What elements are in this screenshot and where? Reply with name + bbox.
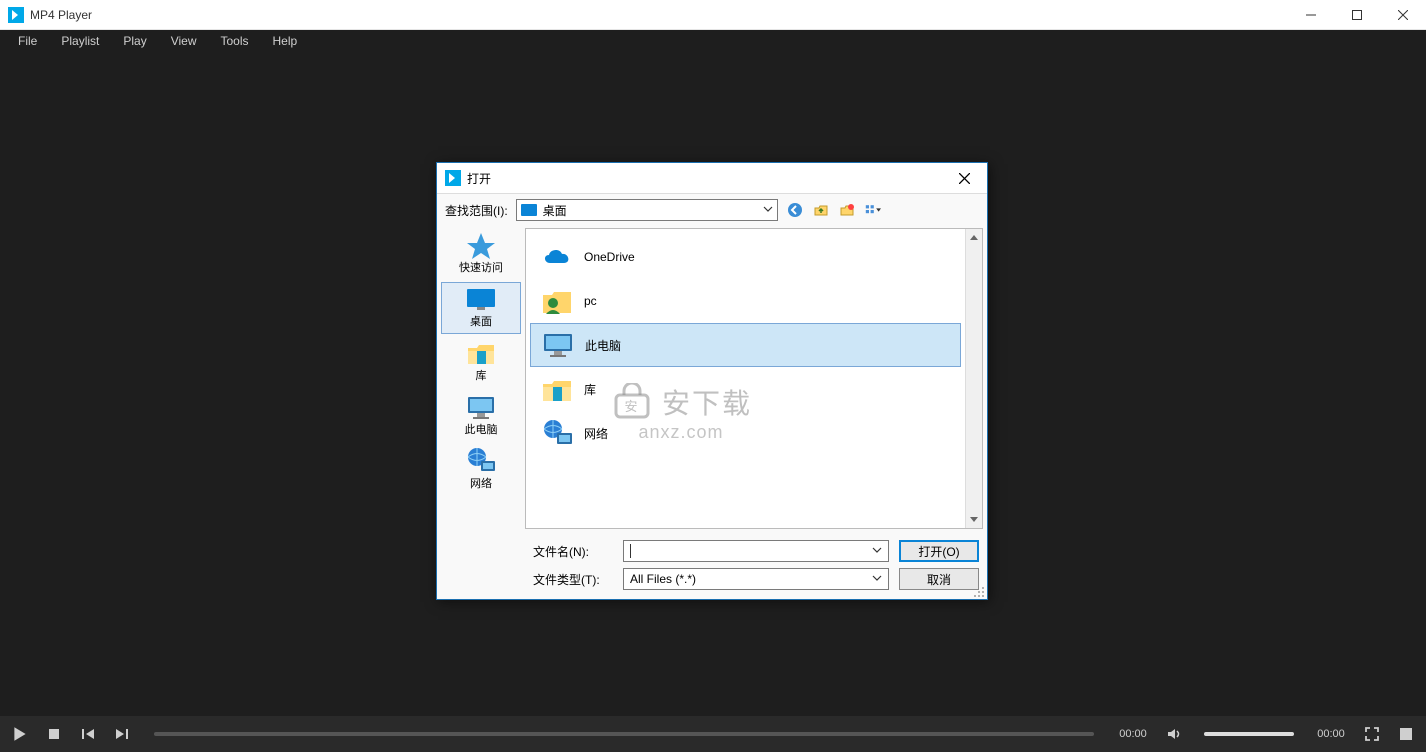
stop-button[interactable] — [44, 724, 64, 744]
lookin-label: 查找范围(I): — [445, 202, 508, 219]
libraries-icon — [540, 372, 574, 406]
scroll-track[interactable] — [966, 246, 982, 511]
volume-bar[interactable] — [1204, 732, 1294, 736]
desktop-icon — [465, 287, 497, 311]
filetype-combo[interactable]: All Files (*.*) — [623, 568, 889, 590]
maximize-button[interactable] — [1334, 0, 1380, 30]
minimize-button[interactable] — [1288, 0, 1334, 30]
open-dialog: 打开 查找范围(I): 桌面 — [436, 162, 988, 600]
chevron-down-icon — [872, 572, 882, 586]
next-button[interactable] — [112, 724, 132, 744]
file-list[interactable]: OneDrive pc — [526, 229, 965, 528]
menu-playlist[interactable]: Playlist — [49, 32, 111, 50]
desktop-icon — [521, 204, 537, 216]
filetype-value: All Files (*.*) — [630, 572, 696, 586]
filename-label: 文件名(N): — [533, 543, 613, 560]
fullscreen-button[interactable] — [1362, 724, 1382, 744]
app-window: MP4 Player File Playlist Play View Tools… — [0, 0, 1426, 752]
chevron-down-icon — [763, 203, 773, 217]
place-libraries[interactable]: 库 — [441, 336, 521, 388]
filetype-label: 文件类型(T): — [533, 571, 613, 588]
filename-value — [630, 544, 631, 558]
file-list-container: OneDrive pc — [525, 228, 983, 529]
scrollbar[interactable] — [965, 229, 982, 528]
network-icon — [540, 416, 574, 450]
place-desktop[interactable]: 桌面 — [441, 282, 521, 334]
scroll-down-icon[interactable] — [966, 511, 982, 528]
lookin-row: 查找范围(I): 桌面 — [437, 194, 987, 224]
list-item[interactable]: OneDrive — [530, 235, 961, 279]
time-current: 00:00 — [1116, 728, 1150, 740]
place-quick-access[interactable]: 快速访问 — [441, 228, 521, 280]
onedrive-icon — [540, 240, 574, 274]
menu-tools[interactable]: Tools — [209, 32, 261, 50]
up-level-button[interactable] — [812, 201, 830, 219]
dialog-body: 查找范围(I): 桌面 — [437, 193, 987, 599]
previous-button[interactable] — [78, 724, 98, 744]
list-item[interactable]: pc — [530, 279, 961, 323]
network-icon — [465, 449, 497, 473]
resize-grip-icon[interactable] — [973, 585, 985, 597]
user-folder-icon — [540, 284, 574, 318]
close-button[interactable] — [1380, 0, 1426, 30]
dialog-main: 快速访问 桌面 库 — [437, 224, 987, 533]
menu-play[interactable]: Play — [111, 32, 158, 50]
place-network[interactable]: 网络 — [441, 444, 521, 496]
menu-help[interactable]: Help — [261, 32, 310, 50]
list-item[interactable]: 网络 — [530, 411, 961, 455]
lookin-combo[interactable]: 桌面 — [516, 199, 778, 221]
back-button[interactable] — [786, 201, 804, 219]
open-button[interactable]: 打开(O) — [899, 540, 979, 562]
cancel-button[interactable]: 取消 — [899, 568, 979, 590]
list-item[interactable]: 此电脑 — [530, 323, 961, 367]
player-controls: 00:00 00:00 — [0, 716, 1426, 752]
dialog-app-icon — [445, 170, 461, 186]
quick-access-icon — [465, 233, 497, 257]
new-folder-button[interactable] — [838, 201, 856, 219]
dialog-title: 打开 — [467, 170, 491, 187]
playlist-button[interactable] — [1396, 724, 1416, 744]
play-button[interactable] — [10, 724, 30, 744]
app-icon — [8, 7, 24, 23]
volume-button[interactable] — [1164, 724, 1184, 744]
dialog-titlebar: 打开 — [437, 163, 987, 193]
scroll-up-icon[interactable] — [966, 229, 982, 246]
view-menu-button[interactable] — [864, 201, 882, 219]
menu-view[interactable]: View — [159, 32, 209, 50]
filename-combo[interactable] — [623, 540, 889, 562]
libraries-icon — [465, 341, 497, 365]
dialog-close-button[interactable] — [949, 163, 979, 193]
time-total: 00:00 — [1314, 728, 1348, 740]
app-title: MP4 Player — [30, 8, 92, 22]
this-pc-icon — [465, 395, 497, 419]
lookin-value: 桌面 — [543, 202, 567, 219]
place-this-pc[interactable]: 此电脑 — [441, 390, 521, 442]
places-bar: 快速访问 桌面 库 — [437, 224, 525, 533]
menu-file[interactable]: File — [6, 32, 49, 50]
menubar: File Playlist Play View Tools Help — [0, 30, 1426, 52]
list-item[interactable]: 库 — [530, 367, 961, 411]
video-area: 打开 查找范围(I): 桌面 — [0, 52, 1426, 716]
titlebar: MP4 Player — [0, 0, 1426, 30]
this-pc-icon — [541, 328, 575, 362]
seek-bar[interactable] — [154, 732, 1094, 736]
chevron-down-icon — [872, 544, 882, 558]
dialog-fields: 文件名(N): 打开(O) 文件类型(T): All Files (*.*) — [437, 533, 987, 599]
